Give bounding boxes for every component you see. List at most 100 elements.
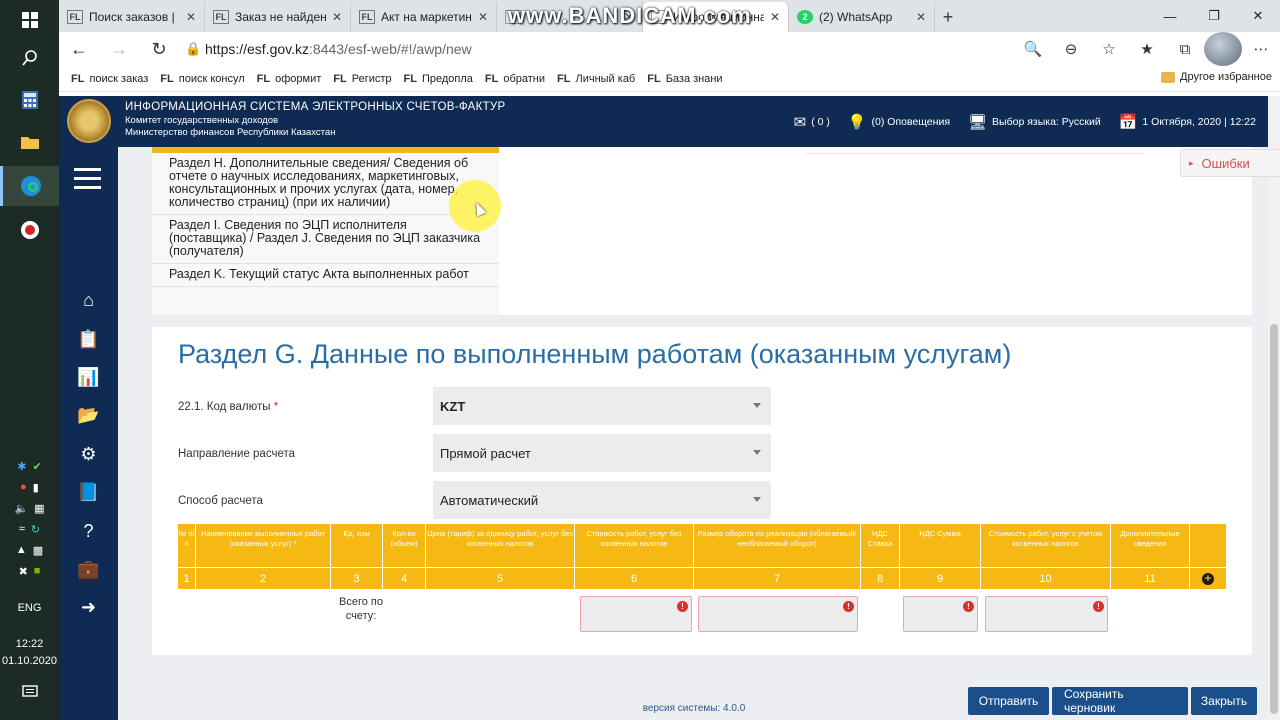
- notifications-icon[interactable]: [0, 672, 59, 712]
- chevron-down-icon: [753, 450, 761, 455]
- collections-icon[interactable]: ⧉: [1166, 32, 1204, 66]
- error-icon: !: [963, 601, 974, 612]
- section-link-i-j[interactable]: Раздел I. Сведения по ЭЦП исполнителя (п…: [152, 215, 499, 264]
- browser-tab[interactable]: 2 (2) WhatsApp ✕: [789, 2, 935, 32]
- date-display: 📅 1 Октября, 2020 | 12:22: [1119, 113, 1256, 131]
- nvidia-icon[interactable]: ■: [34, 565, 41, 578]
- column-header: Размер оборота по реализации (облагаемый…: [694, 524, 861, 567]
- close-button[interactable]: Закрыть: [1191, 687, 1257, 715]
- column-header: Стоимость работ, услуг без косвенных нал…: [575, 524, 694, 567]
- scroll-thumb[interactable]: [1270, 324, 1278, 714]
- method-select[interactable]: Автоматический: [433, 481, 771, 519]
- add-row-button[interactable]: +: [1190, 568, 1226, 589]
- whatsapp-icon: 2: [797, 10, 813, 24]
- currency-select[interactable]: KZT: [433, 387, 771, 425]
- briefcase-icon[interactable]: 💼: [59, 552, 118, 586]
- close-tab-icon[interactable]: ✕: [916, 10, 926, 24]
- total-cost-without-tax-input[interactable]: !: [580, 596, 692, 632]
- check-icon[interactable]: ✔: [33, 460, 42, 473]
- total-vat-sum-input[interactable]: !: [903, 596, 978, 632]
- bookmark-item[interactable]: FL поиск заказ: [71, 73, 148, 85]
- language-selector[interactable]: 🖥 Выбор языка: Русский: [968, 113, 1101, 131]
- network-icon[interactable]: ≈: [19, 523, 25, 536]
- messages-link[interactable]: ✉ ( 0 ): [794, 113, 830, 131]
- bookmark-item[interactable]: FL Регистр: [333, 73, 391, 85]
- disconnected-icon[interactable]: ✖: [19, 565, 28, 578]
- bandicam-watermark: www.BANDICAM.com: [508, 3, 752, 28]
- close-tab-icon[interactable]: ✕: [478, 10, 488, 24]
- url-field[interactable]: 🔒 https://esf.gov.kz:8443/esf-web/#!/awp…: [185, 36, 1008, 62]
- bookmark-item[interactable]: FL Предопла: [404, 73, 473, 85]
- lock-icon[interactable]: 🔒: [185, 41, 205, 57]
- forward-icon[interactable]: →: [99, 32, 139, 66]
- section-link-k[interactable]: Раздел K. Текущий статус Акта выполненны…: [152, 264, 499, 287]
- notifications-link[interactable]: 💡 (0) Оповещения: [848, 113, 950, 131]
- app-header: ИНФОРМАЦИОННАЯ СИСТЕМА ЭЛЕКТРОННЫХ СЧЕТО…: [59, 96, 1268, 147]
- close-tab-icon[interactable]: ✕: [332, 10, 342, 24]
- windows-start-icon[interactable]: [0, 0, 59, 40]
- record-dot-icon[interactable]: ●: [20, 481, 27, 494]
- language-indicator[interactable]: ENG: [0, 602, 59, 614]
- emblem-logo[interactable]: [67, 99, 111, 143]
- clock-time[interactable]: 12:22: [0, 638, 59, 650]
- dashboard-icon[interactable]: ⚙: [59, 437, 118, 471]
- home-icon[interactable]: ⌂: [59, 283, 118, 317]
- clock-date[interactable]: 01.10.2020: [0, 655, 59, 667]
- search-icon[interactable]: [0, 38, 59, 78]
- messages-count: ( 0 ): [811, 115, 830, 128]
- more-menu-icon[interactable]: ⋯: [1242, 32, 1280, 66]
- microphone-icon[interactable]: ▮: [33, 481, 39, 494]
- calculator-icon[interactable]: [0, 80, 59, 120]
- favorites-bar: FL поиск заказ FL поиск консул FL оформит F…: [59, 66, 1280, 92]
- close-tab-icon[interactable]: ✕: [186, 10, 196, 24]
- bookmark-item[interactable]: FL База знани: [647, 73, 722, 85]
- zoom-in-icon[interactable]: 🔍: [1014, 32, 1052, 66]
- other-favorites[interactable]: Другое избранное: [1161, 71, 1272, 83]
- browser-tab[interactable]: FL Заказ не найден ✕: [205, 2, 351, 32]
- total-row: Всего по счету: ! ! ! !: [178, 589, 1226, 639]
- keyboard-icon[interactable]: ▩: [33, 544, 43, 557]
- direction-select[interactable]: Прямой расчет: [433, 434, 771, 472]
- help-icon[interactable]: ?: [59, 514, 118, 548]
- restore-icon[interactable]: ❐: [1192, 0, 1236, 32]
- zoom-out-icon[interactable]: ⊖: [1052, 32, 1090, 66]
- hamburger-menu-icon[interactable]: [74, 168, 101, 195]
- save-draft-button[interactable]: Сохранить черновик: [1052, 687, 1188, 715]
- sync-icon[interactable]: ↻: [31, 523, 40, 536]
- shield-icon[interactable]: ▦: [34, 502, 44, 515]
- book-icon[interactable]: 📘: [59, 475, 118, 509]
- section-link-h[interactable]: Раздел H. Дополнительные сведения/ Сведе…: [152, 153, 499, 215]
- browser-tab[interactable]: FL Акт на маркетинг ✕: [351, 2, 497, 32]
- edge-browser-icon[interactable]: [0, 166, 59, 206]
- total-turnover-input[interactable]: !: [698, 596, 858, 632]
- folder-open-icon[interactable]: 📂: [59, 398, 118, 432]
- logout-icon[interactable]: ➜: [59, 590, 118, 624]
- bookmark-item[interactable]: FL оформит: [257, 73, 322, 85]
- file-explorer-icon[interactable]: [0, 122, 59, 162]
- bandicam-record-icon[interactable]: [0, 210, 59, 250]
- errors-button[interactable]: ▸ Ошибки: [1180, 149, 1280, 177]
- wifi-icon[interactable]: ▲: [16, 544, 27, 557]
- bar-chart-icon[interactable]: 📊: [59, 360, 118, 394]
- browser-tab[interactable]: FL Поиск заказов | ✕: [59, 2, 205, 32]
- refresh-icon[interactable]: ↻: [139, 32, 179, 66]
- back-icon[interactable]: ←: [59, 32, 99, 66]
- bluetooth-icon[interactable]: ✱: [17, 460, 26, 473]
- section-title: Раздел G. Данные по выполненным работам …: [178, 339, 1012, 369]
- clipboard-check-icon[interactable]: 📋: [59, 322, 118, 356]
- favorites-icon[interactable]: ★: [1128, 32, 1166, 66]
- close-tab-icon[interactable]: ✕: [770, 10, 780, 24]
- page-scrollbar[interactable]: [1268, 96, 1280, 720]
- bookmark-label: База знани: [665, 72, 723, 85]
- new-tab-icon[interactable]: +: [935, 2, 961, 32]
- favorite-star-icon[interactable]: ☆: [1090, 32, 1128, 66]
- profile-avatar[interactable]: [1204, 32, 1242, 66]
- volume-icon[interactable]: 🔈: [14, 502, 28, 515]
- total-cost-with-tax-input[interactable]: !: [985, 596, 1108, 632]
- bookmark-item[interactable]: FL поиск консул: [160, 73, 244, 85]
- close-window-icon[interactable]: ✕: [1236, 0, 1280, 32]
- bookmark-item[interactable]: FL обратни: [485, 73, 545, 85]
- send-button[interactable]: Отправить: [968, 687, 1049, 715]
- minimize-icon[interactable]: —: [1148, 0, 1192, 32]
- bookmark-item[interactable]: FL Личный каб: [557, 73, 635, 85]
